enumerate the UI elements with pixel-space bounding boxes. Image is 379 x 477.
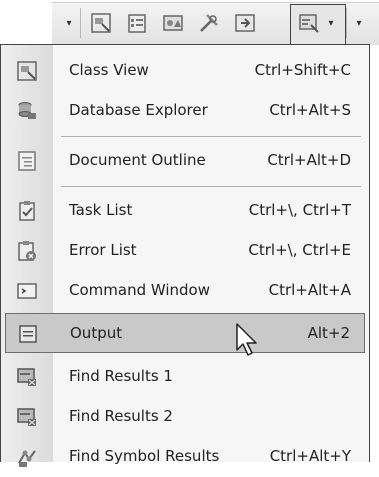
command-window-icon [15,279,39,303]
menu-item-find-results-2[interactable]: Find Results 2 [1,397,369,437]
class-view-icon [91,13,111,33]
start-page-toolbar-button[interactable] [230,8,260,38]
error-list-icon [15,239,39,263]
menu-item-task-list[interactable]: Task List Ctrl+\, Ctrl+T [1,191,369,231]
menu-item-shortcut: Ctrl+Alt+A [268,281,351,299]
menu-item-label: Output [70,324,123,342]
menu-item-shortcut: Ctrl+Alt+S [269,101,351,119]
menu-item-shortcut: Alt+2 [307,324,350,342]
menu-separator [61,136,361,137]
menu-item-class-view[interactable]: Class View Ctrl+Shift+C [1,51,369,91]
toolbar-options-chevron-icon[interactable]: ▾ [354,14,364,32]
menu-item-label: Document Outline [69,151,206,169]
menu-separator [61,186,361,187]
other-windows-chevron-down-icon[interactable]: ▾ [326,14,336,32]
menu-item-output[interactable]: Output Alt+2 [5,313,365,353]
start-page-icon [235,14,255,32]
menu-item-find-results-1[interactable]: Find Results 1 [1,357,369,397]
task-list-icon [15,199,39,223]
menu-item-label: Error List [69,241,137,259]
toolbox-toolbar-button[interactable] [194,8,224,38]
toolbox-icon [200,14,218,32]
menu-item-shortcut: Ctrl+Shift+C [254,61,351,79]
database-explorer-icon [15,99,39,123]
resource-view-icon [163,15,183,31]
menu-item-document-outline[interactable]: Document Outline Ctrl+Alt+D [1,141,369,181]
menu-item-label: Database Explorer [69,101,208,119]
find-results-icon [15,365,39,389]
menu-item-label: Find Results 2 [69,407,173,425]
menu-item-database-explorer[interactable]: Database Explorer Ctrl+Alt+S [1,91,369,131]
class-view-toolbar-button[interactable] [86,8,116,38]
menu-item-shortcut: Ctrl+\, Ctrl+T [248,201,351,219]
menu-item-shortcut: Ctrl+\, Ctrl+E [248,241,351,259]
menu-item-find-symbol-results[interactable]: Find Symbol Results Ctrl+Alt+Y [1,437,369,477]
toolbar-overflow-arrow[interactable]: ▾ [64,14,74,32]
menu-item-error-list[interactable]: Error List Ctrl+\, Ctrl+E [1,231,369,271]
resource-view-toolbar-button[interactable] [158,8,188,38]
menu-item-label: Find Results 1 [69,367,173,385]
properties-toolbar-button[interactable] [122,8,152,38]
output-icon [16,322,40,346]
find-symbol-icon [15,445,39,469]
toolbar: ▾ ▾ ▾ [0,0,379,46]
toolbar-separator [80,8,81,38]
other-windows-icon [299,14,319,33]
menu-item-label: Task List [69,201,133,219]
other-windows-toolbar-button[interactable] [294,8,324,38]
menu-item-shortcut: Ctrl+Alt+Y [269,447,351,465]
menu-item-label: Command Window [69,281,211,299]
toolbar-separator [346,8,347,38]
document-outline-icon [15,149,39,173]
menu-item-shortcut: Ctrl+Alt+D [267,151,351,169]
menu-item-label: Class View [69,61,149,79]
other-windows-menu: Class View Ctrl+Shift+C Database Explore… [0,44,370,467]
class-view-icon [15,59,39,83]
find-results-icon [15,405,39,429]
mouse-cursor-icon [236,323,257,356]
properties-icon [128,14,146,33]
menu-item-label: Find Symbol Results [69,447,220,465]
menu-item-command-window[interactable]: Command Window Ctrl+Alt+A [1,271,369,311]
